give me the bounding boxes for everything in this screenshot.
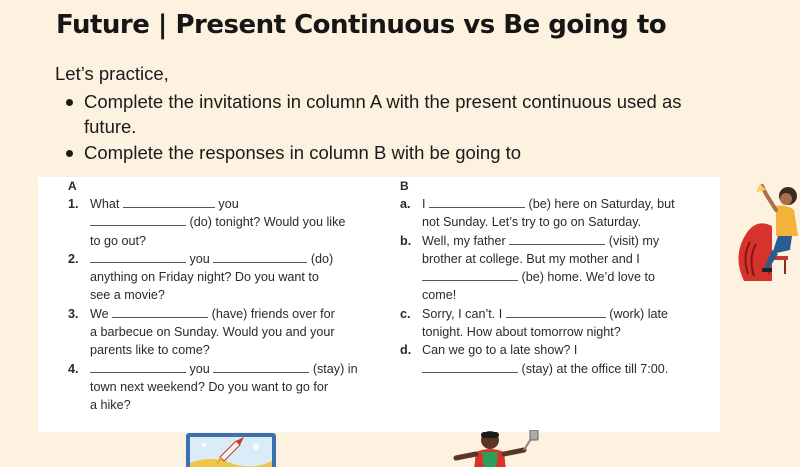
column-a: A 1. What you (do) tonight? Would you li… (68, 177, 376, 415)
item-number: 4. (68, 361, 79, 376)
answer-blank[interactable] (90, 361, 186, 373)
rocket-picture-illustration (186, 433, 276, 467)
item-text: parents like to come? (90, 343, 210, 358)
answer-blank[interactable] (429, 196, 525, 208)
answer-blank[interactable] (122, 196, 215, 208)
exercise-item-c: c. Sorry, I can’t. I (work) late tonight… (400, 305, 700, 342)
item-number: d. (400, 343, 412, 358)
item-text: (stay) at the office till 7:00. (521, 361, 669, 376)
answer-blank[interactable] (509, 233, 606, 245)
item-text: Can we go to a late show? I (422, 343, 578, 358)
item-text: I (422, 197, 426, 211)
item-text: to go out? (90, 233, 147, 248)
exercise-item-a: a. I (be) here on Saturday, but not Sund… (400, 195, 700, 232)
page-title: Future | Present Continuous vs Be going … (56, 10, 667, 40)
answer-blank[interactable] (505, 306, 606, 318)
answer-blank[interactable] (213, 361, 310, 373)
item-text: We (90, 306, 109, 321)
column-b-header: B (400, 179, 409, 193)
item-number: 1. (68, 197, 79, 211)
item-text: Sorry, I can’t. I (422, 306, 503, 321)
instruction-item: Complete the invitations in column A wit… (62, 89, 702, 139)
item-text: town next weekend? Do you want to go for (90, 379, 329, 394)
item-text: Well, my father (422, 233, 506, 248)
exercise-item-4: 4. you (stay) in town next weekend? Do y… (68, 360, 376, 415)
item-text: (do) (310, 251, 334, 266)
item-number: c. (400, 306, 411, 321)
answer-blank[interactable] (90, 251, 186, 263)
chef-illustration (453, 430, 539, 467)
item-number: b. (400, 233, 412, 248)
item-text: What (90, 197, 120, 211)
item-text: you (189, 361, 210, 376)
item-text: a barbecue on Sunday. Would you and your (90, 325, 335, 340)
item-number: 3. (68, 306, 79, 321)
instruction-item: Complete the responses in column B with … (62, 140, 702, 165)
exercise-item-d: d. Can we go to a late show? I (stay) at… (400, 341, 700, 378)
exercise-card: A 1. What you (do) tonight? Would you li… (38, 177, 720, 432)
item-text: see a movie? (90, 288, 165, 303)
item-text: not Sunday. Let’s try to go on Saturday. (422, 215, 642, 230)
column-b: B a. I (be) here on Saturday, but not Su… (400, 177, 700, 378)
answer-blank[interactable] (213, 251, 308, 263)
item-text: (be) here on Saturday, but (528, 197, 675, 211)
item-text: (visit) my (608, 233, 660, 248)
item-text: (have) friends over for (211, 306, 335, 321)
intro-text: Let’s practice, (55, 63, 169, 84)
item-text: a hike? (90, 398, 131, 413)
item-text: anything on Friday night? Do you want to (90, 270, 319, 285)
item-text: you (189, 251, 210, 266)
instruction-list: Complete the invitations in column A wit… (62, 89, 702, 166)
item-text: brother at college. But my mother and I (422, 251, 640, 266)
answer-blank[interactable] (422, 361, 518, 373)
item-text: (work) late (609, 306, 669, 321)
item-text: you (218, 197, 239, 211)
column-a-header: A (68, 179, 77, 193)
item-number: 2. (68, 251, 79, 266)
answer-blank[interactable] (90, 214, 186, 227)
chair-shape (738, 223, 772, 281)
answer-blank[interactable] (422, 269, 518, 282)
answer-blank[interactable] (112, 306, 209, 318)
exercise-item-2: 2. you (do) anything on Friday night? Do… (68, 250, 376, 305)
item-text: (do) tonight? Would you like (189, 215, 346, 230)
item-text: (be) home. We’d love to (521, 270, 655, 285)
item-number: a. (400, 197, 411, 211)
item-text: come! (422, 288, 457, 303)
person-sitting-illustration (738, 184, 798, 281)
item-text: (stay) in (312, 361, 358, 376)
item-text: tonight. How about tomorrow night? (422, 325, 621, 340)
exercise-item-1: 1. What you (do) tonight? Would you like… (68, 195, 376, 250)
exercise-item-3: 3. We (have) friends over for a barbecue… (68, 305, 376, 360)
exercise-item-b: b. Well, my father (visit) my brother at… (400, 232, 700, 305)
